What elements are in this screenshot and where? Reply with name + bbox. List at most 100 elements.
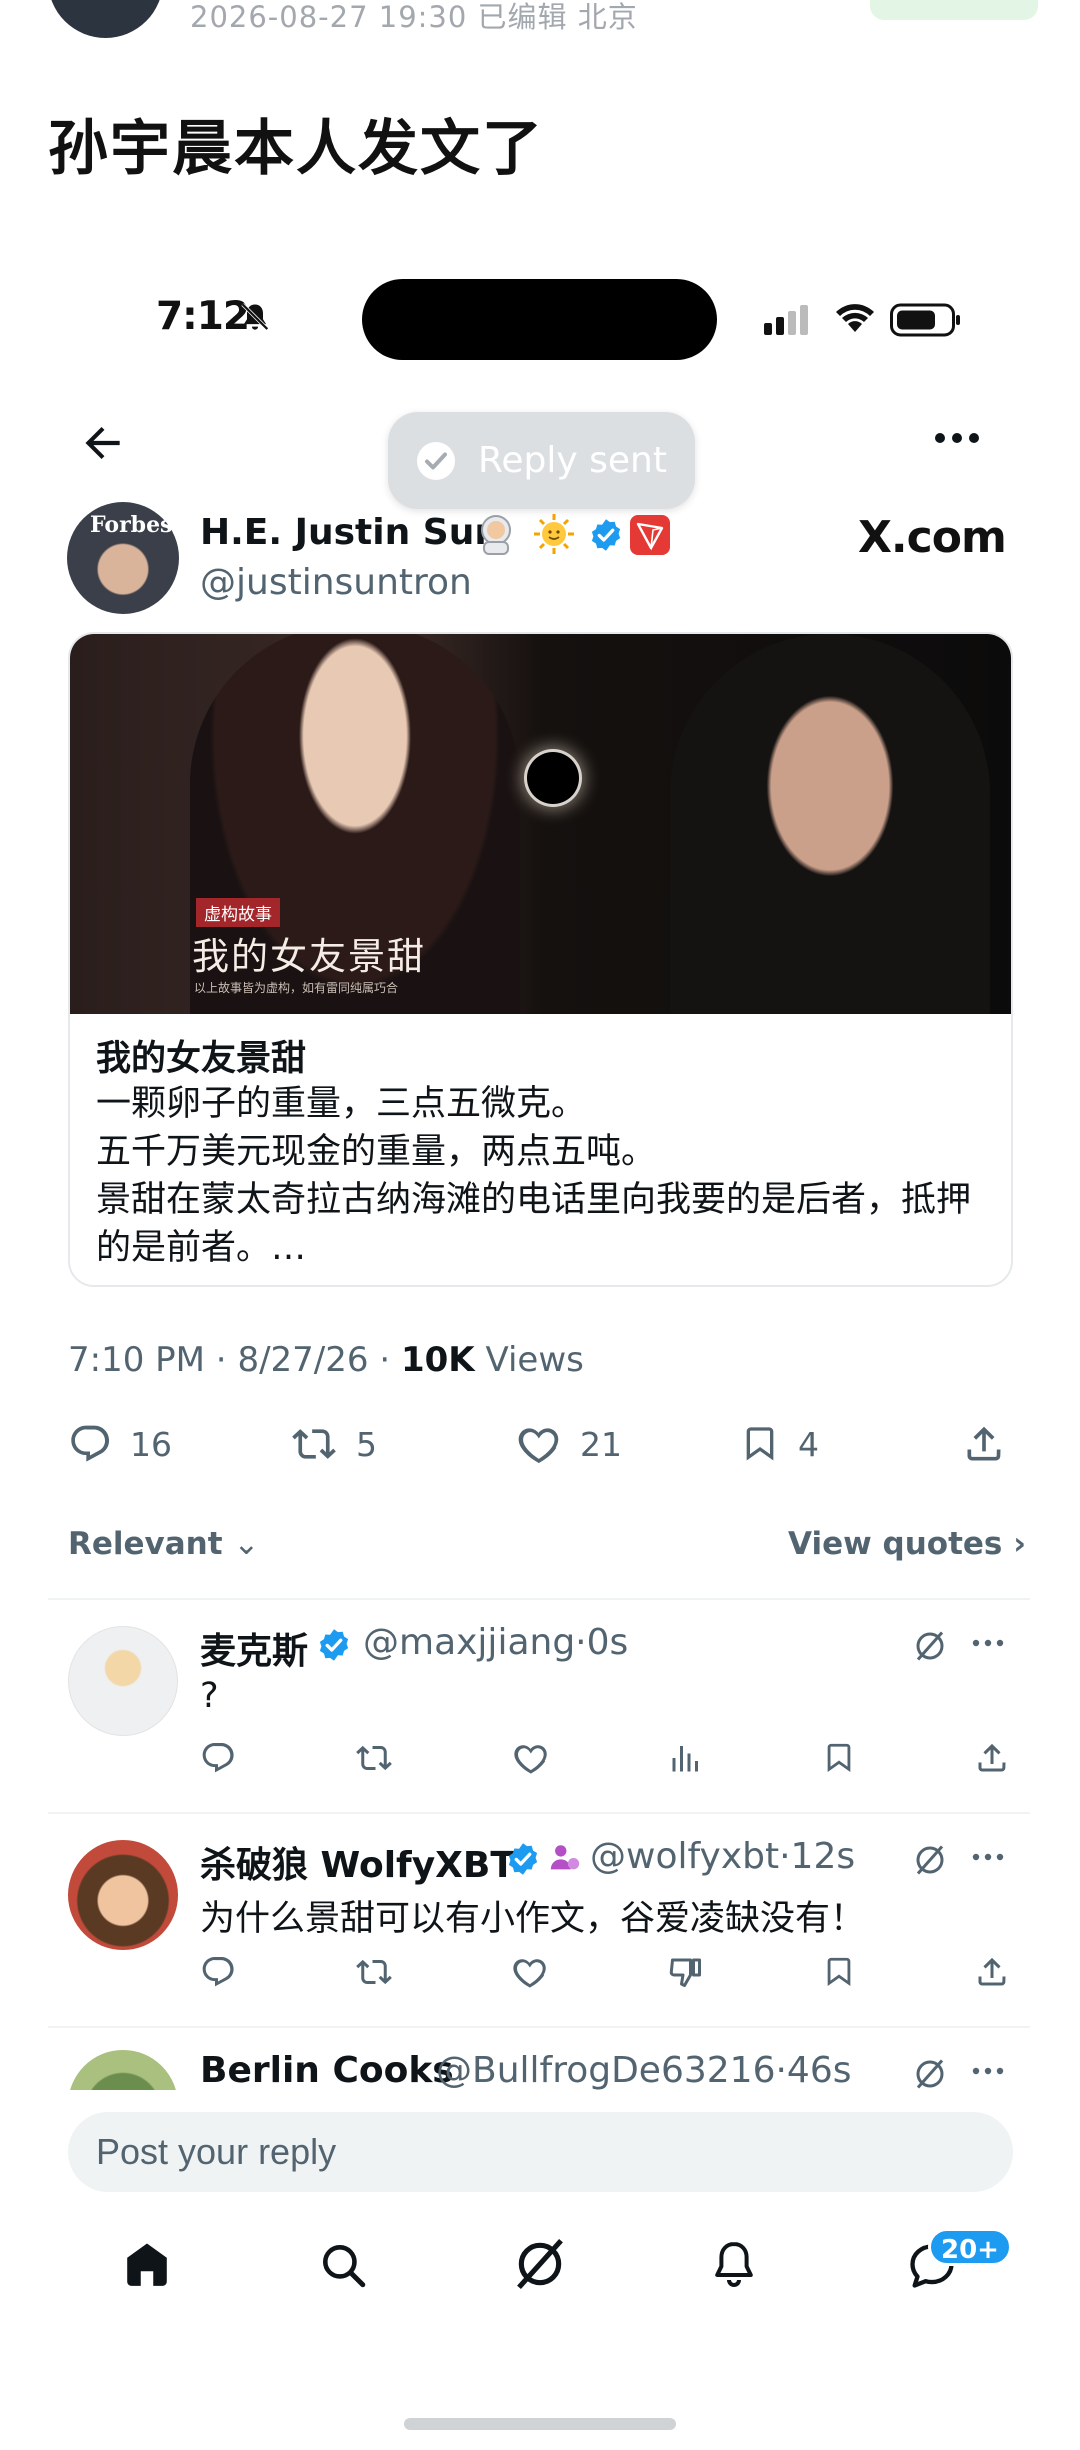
search-icon[interactable] [318,2240,368,2290]
tron-badge-icon [630,515,670,555]
grok-icon[interactable] [912,1628,948,1664]
reply-action-row [200,1740,1010,1776]
article-card[interactable]: 虚构故事 我的女友景甜 以上故事皆为虚构，如有雷同纯属巧合 我的女友景甜 一颗卵… [68,632,1013,1287]
retweet-icon [292,1429,336,1459]
bookmark-icon[interactable] [822,1740,856,1776]
reply-author-name[interactable]: 麦克斯 [200,1622,308,1674]
reply-count: 16 [130,1424,172,1464]
sun-emoji-icon [534,514,574,554]
divider [48,1812,1030,1814]
share-icon [967,1426,1001,1461]
more-icon[interactable] [970,1850,1006,1864]
reply-input[interactable] [68,2112,1013,2192]
article-excerpt: 一颗卵子的重量，三点五微克。 五千万美元现金的重量，两点五吨。 景甜在蒙太奇拉古… [96,1080,996,1272]
author-handle[interactable]: @justinsuntron [200,562,472,603]
outer-post-meta: 2026-08-27 19:30 已编辑 北京 [190,0,638,34]
grok-icon[interactable] [512,2236,568,2292]
chevron-right-icon: › [1013,1526,1026,1562]
grok-icon[interactable] [912,2056,948,2092]
reply-author-handle: @maxjjiang·0s [363,1622,629,1663]
bookmark-icon [746,1427,774,1461]
post-date: 8/27/26 [237,1340,369,1380]
views-label: Views [485,1340,584,1380]
reply-handle-text: @BullfrogDe63216 [436,2050,776,2091]
affiliate-badge-icon [550,1845,580,1870]
article-card-image[interactable]: 虚构故事 我的女友景甜 以上故事皆为虚构，如有雷同纯属巧合 [70,634,1011,1014]
bookmark-icon[interactable] [822,1954,856,1990]
back-arrow-icon[interactable] [78,418,128,468]
home-indicator [404,2418,676,2430]
heart-icon[interactable] [511,1954,549,1990]
reply-icon[interactable] [200,1954,236,1990]
reply-handle-text: @wolfyxbt [590,1836,780,1877]
reply-avatar[interactable] [68,1626,178,1736]
downvote-icon[interactable] [667,1954,705,1990]
wifi-icon [836,304,874,332]
status-time: 7:12 [156,294,250,339]
reply-button[interactable]: 16 [68,1422,172,1466]
heart-icon [518,1428,559,1464]
article-line: 景甜在蒙太奇拉古纳海滩的电话里向我要的是后者，抵押的是前者。… [96,1180,972,1268]
reply-time: 0s [586,1622,629,1663]
reply-avatar[interactable] [68,1840,178,1950]
repost-count: 5 [356,1424,377,1464]
reply-text: 为什么景甜可以有小作文，谷爱凌缺没有！ [200,1899,866,1939]
repost-button[interactable]: 5 [290,1422,377,1466]
outer-post-title: 孙宇晨本人发文了 [48,114,544,184]
card-image-tag: 虚构故事 [196,898,280,927]
messages-badge: 20+ [928,2228,1012,2266]
outer-follow-button[interactable] [870,0,1038,20]
analytics-icon[interactable] [668,1740,704,1776]
home-icon[interactable] [122,2240,172,2290]
more-icon[interactable] [970,2064,1006,2078]
share-icon[interactable] [974,1740,1010,1776]
astronaut-emoji-icon [481,515,511,555]
card-image-man [670,634,990,1014]
article-title: 我的女友景甜 [96,1039,307,1079]
reply-author-handle: @BullfrogDe63216·46s [436,2050,852,2091]
divider [48,2026,1030,2028]
reply-sort-dropdown[interactable]: Relevant ⌄ [68,1526,259,1562]
reply-author-name[interactable]: Berlin Cooks [200,2050,454,2091]
retweet-icon[interactable] [354,1740,394,1776]
share-button[interactable] [962,1422,1006,1466]
bell-off-icon [241,303,269,331]
view-quotes-label: View quotes [788,1526,1003,1562]
bell-icon[interactable] [710,2238,758,2290]
post-time: 7:10 PM [68,1340,205,1380]
share-icon[interactable] [974,1954,1010,1990]
reply-author-name[interactable]: 杀破狼 WolfyXBT [200,1836,515,1888]
verified-icon [591,519,621,551]
divider [48,1598,1030,1600]
reply-time: 46s [786,2050,852,2091]
toast-label: Reply sent [478,440,667,481]
bookmark-count: 4 [798,1424,819,1464]
reply-text: ? [200,1676,219,1716]
more-icon[interactable] [930,418,984,458]
heart-icon[interactable] [512,1740,550,1776]
grok-icon[interactable] [912,1842,948,1878]
x-com-source-label: X.com [858,512,1007,563]
view-quotes-link[interactable]: View quotes › [788,1526,1026,1562]
battery-icon [890,303,960,337]
verified-icon [319,1629,349,1661]
article-line: 五千万美元现金的重量，两点五吨。 [96,1132,657,1172]
chevron-down-icon: ⌄ [233,1526,260,1562]
retweet-icon[interactable] [354,1954,394,1990]
reply-icon[interactable] [200,1740,236,1776]
reply-icon [71,1425,110,1462]
card-image-caption: 以上故事皆为虚构，如有雷同纯属巧合 [194,981,399,995]
views-count: 10K [400,1340,475,1380]
cellular-signal-icon [764,305,808,335]
bookmark-button[interactable]: 4 [740,1422,819,1466]
like-count: 21 [580,1424,622,1464]
check-circle-icon [417,442,455,480]
like-button[interactable]: 21 [516,1422,622,1466]
reply-action-row [200,1954,1010,1990]
card-image-eclipse [527,752,579,804]
verified-icon [508,1843,538,1875]
reply-handle-text: @maxjjiang [363,1622,576,1663]
author-name[interactable]: H.E. Justin Sun [200,512,500,553]
more-icon[interactable] [970,1636,1006,1650]
outer-author-avatar[interactable] [48,0,163,38]
